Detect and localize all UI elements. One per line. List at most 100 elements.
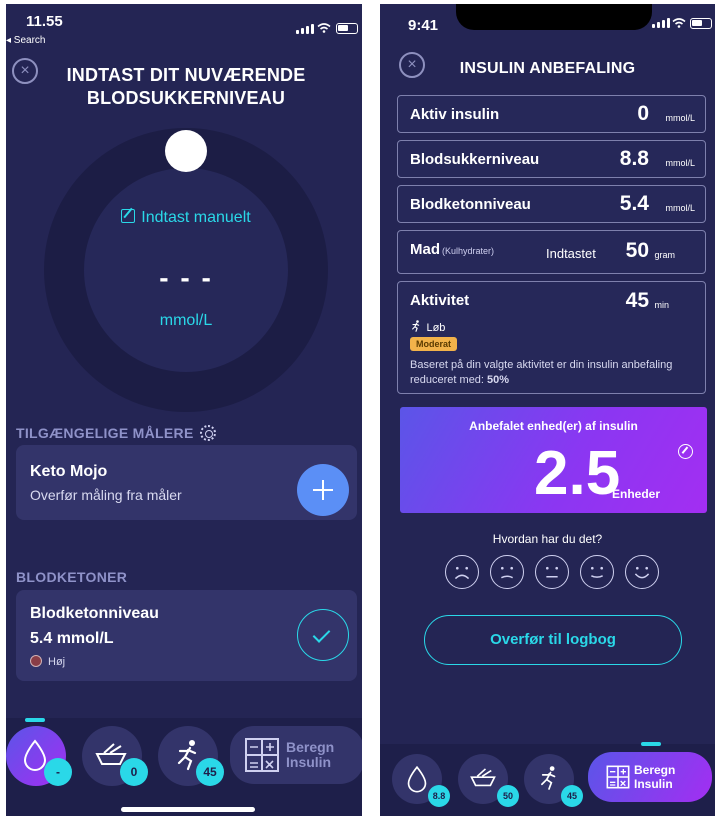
row-label: Blodsukkerniveau [410, 151, 540, 168]
feedback-question: Hvordan har du det? [492, 532, 603, 546]
status-time: 9:41 [408, 17, 439, 34]
activity-unit: min [654, 300, 669, 310]
activity-reduction: 50% [487, 374, 510, 386]
activity-type: Løb [410, 318, 445, 336]
activity-label: Aktivitet [410, 292, 470, 309]
meter-name: Keto Mojo [30, 463, 108, 480]
calc-label-1: Beregn [634, 763, 676, 777]
food-label-text: Mad [410, 241, 440, 258]
pencil-icon [121, 209, 136, 223]
blood-sugar-row: Blodsukkerniveau 8.8 mmol/L [397, 140, 706, 178]
manual-entry-label: Indtast manuelt [141, 209, 251, 226]
meters-heading: TILGÆNGELIGE MÅLERE [16, 425, 216, 441]
activity-type-label: Løb [426, 322, 446, 334]
neutral-face-icon[interactable] [535, 555, 569, 589]
food-status: Indtastet [546, 246, 596, 261]
add-meter-button[interactable] [297, 464, 349, 516]
runner-icon [541, 766, 556, 790]
calc-label-2: Insulin [634, 777, 673, 791]
wifi-icon [672, 18, 686, 28]
activity-value: 45 [625, 289, 649, 312]
very-sad-face-icon[interactable] [445, 555, 479, 589]
ketones-heading: BLODKETONER [16, 569, 128, 585]
bowl-icon [470, 768, 496, 787]
drop-badge: 8.8 [428, 785, 450, 807]
row-label: Aktiv insulin [410, 106, 500, 123]
close-icon[interactable]: × [12, 58, 38, 84]
calc-label-1: Beregn [286, 739, 335, 755]
food-value: 50 [625, 239, 649, 262]
sad-face-icon[interactable] [490, 555, 524, 589]
row-unit: mmol/L [665, 203, 695, 213]
transfer-to-logbook-button[interactable]: Overfør til logbog [424, 615, 682, 665]
intensity-tag: Moderat [410, 337, 458, 351]
ketone-value: 5.4 mmol/L [30, 630, 114, 647]
page-title: INSULIN ANBEFALING [459, 60, 636, 77]
page-title: INDTAST DIT NUVÆRENDE BLODSUKKERNIVEAU [66, 65, 306, 108]
home-indicator[interactable] [121, 807, 255, 812]
insulin-recommendation-screen: 9:41 × INSULIN ANBEFALING Aktiv insulin … [380, 4, 715, 816]
food-label: Mad (Kulhydrater) [410, 241, 494, 258]
recommendation-unit: Enheder [612, 487, 661, 501]
status-bar: 9:41 [380, 4, 715, 48]
edit-icon[interactable] [678, 444, 693, 459]
row-label: Blodketonniveau [410, 196, 531, 213]
dial-knob[interactable] [165, 130, 207, 172]
ketone-status-label: Høj [48, 656, 66, 668]
calculator-icon [606, 765, 630, 789]
reading-value: - - - [159, 262, 213, 293]
status-time: 11.55 [26, 13, 63, 30]
blood-ketone-row: Blodketonniveau 5.4 mmol/L [397, 185, 706, 223]
meters-heading-label: TILGÆNGELIGE MÅLERE [16, 425, 194, 441]
status-dot-icon [30, 655, 42, 667]
row-unit: mmol/L [665, 158, 695, 168]
device-notch [456, 4, 652, 30]
recommendation-card: Anbefalet enhed(er) af insulin 2.5 Enhed… [400, 407, 707, 513]
check-icon[interactable] [297, 609, 349, 661]
row-value: 8.8 [619, 147, 649, 170]
ketone-title: Blodketonniveau [30, 605, 159, 622]
ketone-card[interactable]: Blodketonniveau 5.4 mmol/L Høj [16, 590, 357, 681]
content-face-icon[interactable] [580, 555, 614, 589]
calculate-insulin-button[interactable]: Beregn Insulin [588, 752, 712, 802]
gear-icon[interactable] [199, 425, 216, 441]
food-row[interactable]: Mad (Kulhydrater) Indtastet 50 gram [397, 230, 706, 274]
activity-row[interactable]: Aktivitet 45 min Løb Moderat Baseret på … [397, 281, 706, 394]
row-value: 5.4 [619, 192, 649, 215]
runner-icon [412, 320, 420, 332]
activity-note-text: Baseret på din valgte aktivitet er din i… [410, 359, 673, 386]
recommendation-value: 2.5 [534, 439, 621, 508]
happy-face-icon[interactable] [625, 555, 659, 589]
food-badge: 50 [497, 785, 519, 807]
activity-badge: 45 [196, 758, 224, 786]
activity-note: Baseret på din valgte aktivitet er din i… [410, 358, 680, 388]
bottom-tab-bar: 8.8 50 45 Beregn Insulin [380, 742, 715, 816]
active-tab-indicator [25, 718, 45, 722]
blood-sugar-entry-screen: 11.55 ◂ Search × INDTAST DIT NUVÆRENDE B… [6, 4, 362, 816]
status-bar: 11.55 ◂ Search [6, 4, 362, 48]
food-note: (Kulhydrater) [442, 246, 495, 256]
calculate-insulin-button[interactable]: Beregn Insulin [230, 726, 362, 784]
battery-icon [336, 23, 358, 34]
active-tab-indicator [641, 742, 661, 746]
ketone-status: Høj [30, 655, 65, 668]
activity-badge: 45 [561, 785, 583, 807]
row-unit: mmol/L [665, 113, 695, 123]
meter-card[interactable]: Keto Mojo Overfør måling fra måler [16, 445, 357, 520]
signal-icon [296, 24, 314, 34]
food-badge: 0 [120, 758, 148, 786]
back-to-search-link[interactable]: ◂ Search [6, 35, 45, 46]
food-unit: gram [654, 250, 675, 260]
wifi-icon [317, 23, 331, 33]
calculator-icon [245, 738, 279, 772]
calc-label-2: Insulin [286, 754, 332, 770]
drop-icon [407, 765, 427, 793]
manual-entry-link[interactable]: Indtast manuelt [6, 209, 362, 227]
active-insulin-row: Aktiv insulin 0 mmol/L [397, 95, 706, 133]
meter-subtitle: Overfør måling fra måler [30, 487, 182, 503]
battery-icon [690, 18, 712, 29]
signal-icon [652, 18, 670, 28]
bottom-tab-bar: - 0 45 Beregn Insulin [6, 718, 362, 816]
reading-unit: mmol/L [159, 312, 213, 329]
row-value: 0 [637, 102, 649, 125]
